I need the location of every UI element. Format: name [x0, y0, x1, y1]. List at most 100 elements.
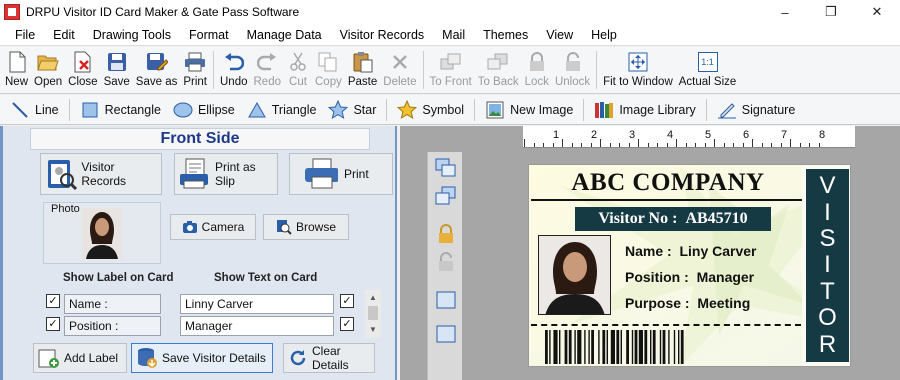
show-label-checkbox-name[interactable]: ✓ [46, 294, 60, 308]
undo-button[interactable]: Undo [217, 47, 251, 93]
add-label-button[interactable]: Add Label [33, 343, 127, 373]
ruler-tick [723, 143, 725, 147]
to-back-button[interactable]: To Back [475, 47, 522, 93]
actual-size-button[interactable]: 1:1 Actual Size [676, 47, 740, 93]
ruler-tick [752, 139, 753, 147]
menu-help[interactable]: Help [582, 28, 626, 42]
delete-button[interactable]: Delete [380, 47, 419, 93]
copy-button[interactable]: Copy [312, 47, 345, 93]
card-visitor-photo [538, 235, 611, 315]
print-panel-button[interactable]: Print [289, 153, 393, 195]
menu-file[interactable]: File [6, 28, 44, 42]
maximize-button[interactable]: ❐ [808, 0, 854, 24]
menu-mail[interactable]: Mail [433, 28, 474, 42]
unlock-button[interactable]: Unlock [552, 47, 593, 93]
ruler-tick [666, 143, 668, 147]
clear-details-button[interactable]: Clear Details [283, 343, 375, 373]
menu-manage-data[interactable]: Manage Data [238, 28, 331, 42]
title-bar: DRPU Visitor ID Card Maker & Gate Pass S… [0, 0, 900, 24]
show-text-checkbox-position[interactable]: ✓ [340, 317, 354, 331]
to-front-button[interactable]: To Front [427, 47, 475, 93]
ruler-tick [524, 139, 525, 147]
ruler-tick [590, 143, 592, 147]
symbol-tool[interactable]: Symbol [391, 96, 470, 124]
drawbar-separator [68, 98, 70, 121]
scrollbar-thumb[interactable] [368, 306, 378, 320]
card-visitor-vertical-label: V I S I T O R [806, 169, 849, 362]
star-tool[interactable]: Star [322, 96, 382, 124]
lock-side-icon[interactable] [432, 222, 460, 246]
ruler-tick [742, 143, 744, 147]
show-label-checkbox-position[interactable]: ✓ [46, 317, 60, 331]
new-image-tool[interactable]: New Image [479, 96, 579, 124]
close-file-button[interactable]: Close [65, 47, 100, 93]
fields-scrollbar[interactable]: ▲ ▼ [365, 290, 381, 338]
menu-view[interactable]: View [537, 28, 582, 42]
label-field-name[interactable]: Name : [64, 294, 161, 314]
ruler-tick [543, 143, 544, 147]
print-toolbar-button[interactable]: Print [180, 47, 210, 93]
page-alt-icon[interactable] [432, 322, 460, 346]
layer-front-icon[interactable] [432, 156, 460, 180]
line-tool[interactable]: Line [4, 96, 65, 124]
layer-back-icon[interactable] [432, 184, 460, 208]
show-text-checkbox-name[interactable]: ✓ [340, 294, 354, 308]
save-button[interactable]: Save [101, 47, 133, 93]
ellipse-tool[interactable]: Ellipse [167, 96, 241, 124]
minimize-button[interactable]: – [762, 0, 808, 24]
drawbar-separator [583, 98, 585, 121]
rectangle-icon [80, 100, 100, 120]
save-as-button[interactable]: Save as [133, 47, 181, 93]
signature-tool[interactable]: Signature [711, 96, 802, 124]
menu-format[interactable]: Format [180, 28, 238, 42]
visitor-records-button[interactable]: Visitor Records [40, 153, 162, 195]
close-window-button[interactable]: ✕ [854, 0, 900, 24]
image-icon [485, 100, 505, 120]
paste-button[interactable]: Paste [345, 47, 380, 93]
text-field-name[interactable]: Linny Carver [180, 294, 334, 314]
redo-button[interactable]: Redo [251, 47, 285, 93]
close-file-icon [72, 51, 94, 73]
card-vertical-band: V I S I T O R [802, 165, 850, 366]
triangle-tool[interactable]: Triangle [241, 96, 323, 124]
camera-button[interactable]: Camera [170, 214, 256, 240]
text-field-position[interactable]: Manager [180, 316, 334, 336]
ruler-tick [581, 143, 582, 147]
label-field-position[interactable]: Position : [64, 316, 161, 336]
menu-edit[interactable]: Edit [44, 28, 84, 42]
card-purpose-line: Purpose : Meeting [625, 295, 751, 311]
add-label-icon [38, 347, 60, 369]
line-icon [10, 100, 30, 120]
menu-visitor-records[interactable]: Visitor Records [331, 28, 434, 42]
cut-button[interactable]: Cut [284, 47, 312, 93]
menu-themes[interactable]: Themes [474, 28, 537, 42]
id-card-preview[interactable]: ABC COMPANY Visitor No : AB45710 Name : … [528, 164, 851, 367]
unlock-side-icon[interactable] [432, 250, 460, 274]
window-controls: – ❐ ✕ [762, 0, 900, 24]
print-as-slip-button[interactable]: Print as Slip [174, 153, 278, 195]
horizontal-ruler: 1 2 3 4 5 6 7 8 [523, 126, 855, 148]
ruler-tick [761, 143, 763, 147]
browse-button[interactable]: Browse [263, 214, 349, 240]
ruler-tick [685, 143, 687, 147]
page-icon[interactable] [432, 288, 460, 312]
image-library-tool[interactable]: Image Library [588, 96, 701, 124]
ruler-tick [600, 139, 601, 147]
signature-pen-icon [717, 100, 737, 120]
scroll-up-icon[interactable]: ▲ [365, 290, 381, 304]
lock-button[interactable]: Lock [522, 47, 552, 93]
scroll-down-icon[interactable]: ▼ [365, 322, 381, 336]
drawbar-separator [386, 98, 388, 121]
ruler-tick [571, 143, 573, 147]
rectangle-tool[interactable]: Rectangle [74, 96, 167, 124]
ruler-tick [714, 139, 715, 147]
new-button[interactable]: New [2, 47, 31, 93]
bring-to-front-icon [440, 51, 462, 73]
menu-drawing-tools[interactable]: Drawing Tools [84, 28, 180, 42]
ruler-tick [619, 143, 620, 147]
fit-to-window-button[interactable]: Fit to Window [600, 47, 676, 93]
save-visitor-details-button[interactable]: Save Visitor Details [131, 343, 273, 373]
open-button[interactable]: Open [31, 47, 65, 93]
ruler-tick [771, 143, 772, 147]
lock-icon [526, 51, 548, 73]
